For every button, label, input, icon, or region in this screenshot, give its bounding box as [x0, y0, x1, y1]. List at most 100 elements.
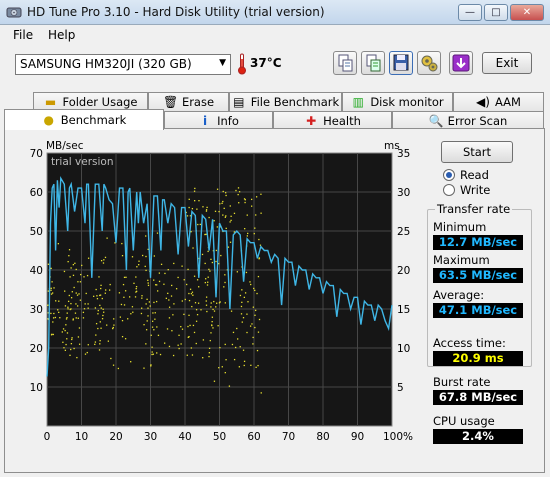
access-time-point [207, 250, 209, 253]
x-tick-label: 70 [282, 431, 295, 443]
read-radio[interactable] [443, 169, 455, 181]
access-time-point [144, 265, 146, 268]
access-time-point [205, 209, 208, 211]
access-time-point [157, 334, 160, 337]
access-time-point [69, 354, 71, 356]
access-time-point [72, 318, 74, 320]
access-time-point [238, 191, 241, 193]
y-right-tick-label: 20 [397, 265, 410, 277]
access-time-point [112, 326, 114, 329]
access-time-point [172, 354, 175, 357]
access-time-point [53, 312, 55, 315]
lightbulb-icon: ● [43, 113, 54, 127]
access-time-point [187, 325, 189, 328]
access-time-point [255, 214, 257, 216]
access-time-point [255, 196, 258, 198]
access-time-point [168, 299, 170, 301]
access-time-point [240, 305, 243, 308]
access-time-point [141, 295, 143, 297]
save-button[interactable] [389, 51, 413, 75]
access-time-point [156, 232, 159, 234]
tab-disk-monitor[interactable]: ▥ Disk monitor [342, 92, 453, 111]
access-time-point [147, 282, 149, 284]
maximize-button[interactable]: □ [484, 4, 508, 21]
access-time-point [135, 286, 138, 288]
access-time-point [153, 301, 155, 304]
y-right-tick-label: 10 [397, 343, 410, 355]
access-time-point [216, 302, 218, 304]
access-time-point [189, 288, 192, 290]
access-time-point [246, 214, 248, 216]
access-time-point [150, 365, 152, 367]
menu-file[interactable]: File [13, 28, 33, 42]
speaker-icon: ◀) [476, 95, 490, 109]
drive-select[interactable]: SAMSUNG HM320JI (320 GB) ▼ [15, 54, 231, 75]
y-left-tick-label: 10 [30, 382, 43, 394]
access-time-point [171, 284, 173, 287]
access-time-point [59, 317, 61, 319]
access-time-point [101, 297, 103, 300]
access-time-point [195, 309, 198, 311]
health-cross-icon: ✚ [306, 114, 317, 128]
access-time-point [51, 281, 53, 283]
access-time-point [250, 364, 252, 366]
access-time-point [66, 332, 69, 334]
toolbar: SAMSUNG HM320JI (320 GB) ▼ 37°C Exit [0, 45, 550, 83]
access-time-point [70, 343, 73, 345]
access-time-point [217, 325, 219, 327]
close-button[interactable]: ✕ [510, 4, 544, 21]
access-time-point [149, 305, 151, 307]
disk-monitor-icon: ▥ [352, 95, 364, 109]
copy-info-button[interactable] [333, 51, 357, 75]
download-button[interactable] [449, 51, 473, 75]
access-time-point [147, 279, 149, 281]
access-time-point [216, 188, 219, 190]
access-time-point [70, 348, 72, 351]
copy-text-button[interactable] [361, 51, 385, 75]
access-time-point [225, 194, 227, 197]
tab-benchmark[interactable]: ● Benchmark [4, 109, 164, 130]
exit-button[interactable]: Exit [482, 52, 532, 74]
access-time-point [71, 291, 73, 293]
access-time-point [194, 302, 197, 304]
access-time-point [76, 294, 79, 296]
tab-file-benchmark[interactable]: ▤ File Benchmark [229, 92, 342, 111]
access-time-point [193, 190, 196, 192]
access-time-point [67, 260, 69, 263]
access-time-point [84, 303, 86, 305]
menu-help[interactable]: Help [48, 28, 75, 42]
access-time-point [220, 254, 222, 257]
access-time-point [140, 312, 143, 315]
access-time-point [64, 349, 67, 351]
write-radio[interactable] [443, 184, 455, 196]
tab-aam[interactable]: ◀) AAM [453, 92, 544, 111]
access-time-point [255, 309, 257, 312]
access-time-point [181, 265, 183, 267]
access-time-point [188, 292, 190, 295]
access-time-point [101, 318, 104, 320]
access-time-point [216, 226, 218, 228]
access-time-point [145, 255, 147, 258]
access-time-point [192, 294, 194, 296]
access-time-point [75, 292, 77, 294]
access-time-point [84, 353, 87, 355]
access-time-point [153, 329, 155, 331]
access-time-point [123, 296, 125, 298]
y-right-tick-label: 5 [397, 382, 404, 394]
minimize-button[interactable]: — [458, 4, 482, 21]
access-time-point [102, 262, 105, 264]
access-time-point [181, 328, 184, 330]
start-button[interactable]: Start [441, 141, 513, 163]
access-time-point [123, 276, 126, 279]
access-time-point [50, 312, 52, 315]
access-time-point [190, 347, 193, 349]
access-time-point [208, 352, 211, 354]
access-time-point [256, 349, 259, 352]
access-time-point [67, 300, 70, 303]
access-time-point [68, 255, 70, 257]
options-button[interactable] [417, 51, 441, 75]
access-time-point [228, 385, 231, 387]
access-time-point [191, 291, 194, 293]
access-time-value: 20.9 ms [433, 351, 523, 366]
access-time-point [122, 283, 125, 286]
